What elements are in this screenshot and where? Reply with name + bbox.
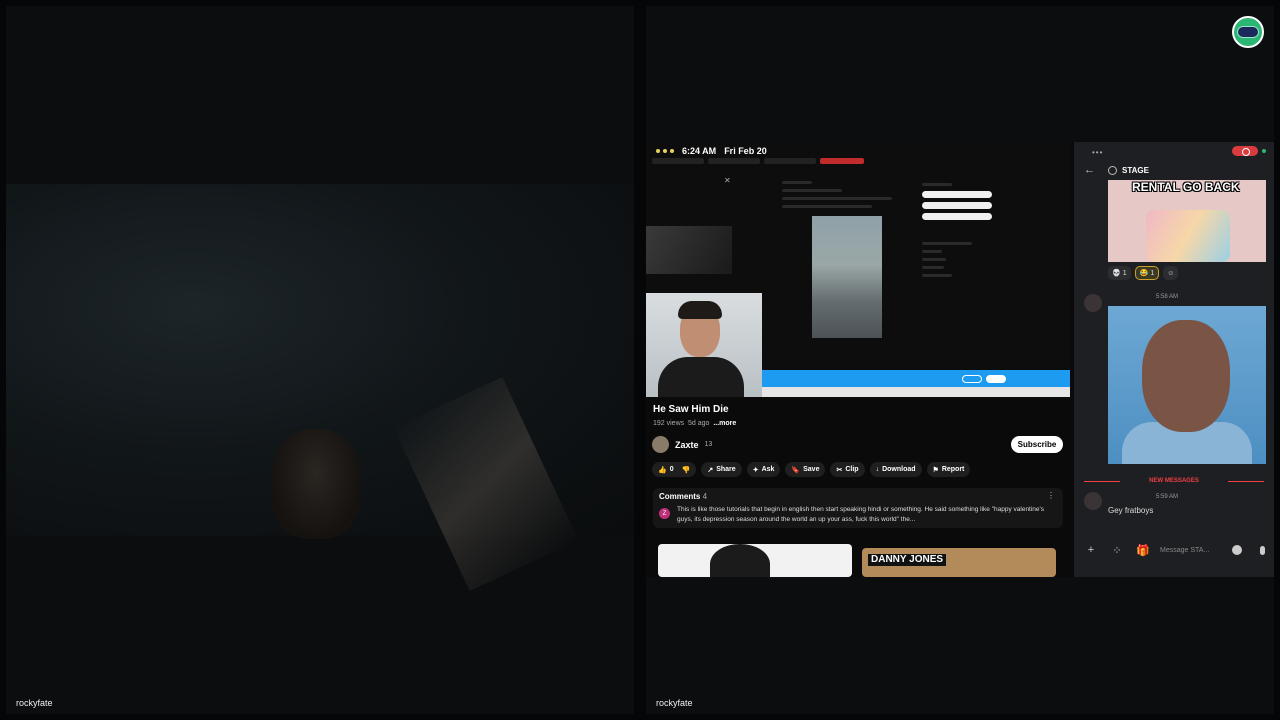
clip-button[interactable]: ✂ Clip xyxy=(830,462,865,477)
bookmark-icon: 🔖 xyxy=(791,466,801,474)
reaction-laugh[interactable]: 😂 1 xyxy=(1134,266,1160,280)
thumbnail-logo: DANNY JONES xyxy=(868,554,947,566)
message-image-2[interactable] xyxy=(1108,306,1266,464)
download-icon: ↓ xyxy=(875,466,880,473)
subscribe-button[interactable]: Subscribe xyxy=(1011,436,1063,453)
subscriber-count: 13 xyxy=(704,441,713,448)
view-count: 192 views xyxy=(653,420,685,427)
browser-tabs xyxy=(652,158,1052,166)
discord-panel: ••• ← STAGE RENTAL GO BACK 💀 1 😂 1 ☺ 5:58 … xyxy=(1074,142,1274,577)
reactions: 💀 1 😂 1 ☺ xyxy=(1108,266,1179,280)
ask-button[interactable]: ✦ Ask xyxy=(746,462,781,477)
streamer-webcam xyxy=(646,293,762,397)
image-caption: RENTAL GO BACK xyxy=(1132,180,1240,194)
video-title: He Saw Him Die xyxy=(653,404,729,415)
recommended-video-2[interactable]: DANNY JONES xyxy=(862,548,1056,577)
commenter-avatar: Z xyxy=(659,508,670,519)
status-date: Fri Feb 20 xyxy=(724,146,767,156)
channel-name[interactable]: Zaxte xyxy=(675,440,699,450)
taskbar xyxy=(762,387,1070,397)
message-input[interactable]: Message STA... xyxy=(1160,542,1232,558)
report-button[interactable]: ⚑ Report xyxy=(926,462,971,477)
participant-name: rockyfate xyxy=(16,698,53,708)
post-image xyxy=(812,216,882,338)
add-reaction-button[interactable]: ☺ xyxy=(1163,266,1179,280)
screen-share-icon[interactable] xyxy=(1232,16,1264,48)
share-button[interactable]: ↗ Share xyxy=(701,462,742,477)
flag-icon: ⚑ xyxy=(932,466,939,474)
close-icon[interactable]: ✕ xyxy=(724,176,731,185)
avatar[interactable] xyxy=(1084,492,1102,510)
reaction-skull[interactable]: 💀 1 xyxy=(1108,266,1131,280)
download-button[interactable]: ↓ Download xyxy=(869,462,922,477)
comment-text: This is like those tutorials that begin … xyxy=(677,506,1045,523)
window-menu[interactable]: ••• xyxy=(1092,148,1103,157)
message-image-1[interactable]: RENTAL GO BACK xyxy=(1108,180,1266,262)
channel-name: STAGE xyxy=(1122,166,1149,175)
video-player[interactable]: ✕ 6:24 AM Fri Feb 20 xyxy=(646,142,1070,397)
channel-row[interactable]: Zaxte 13 xyxy=(652,436,712,453)
new-messages-divider: NEW MESSAGES xyxy=(1084,478,1264,484)
action-bar: 👍 0 👎 ↗ Share ✦ Ask 🔖 Save ✂ Clip ↓ Download ⚑ R… xyxy=(652,462,971,477)
share-icon: ↗ xyxy=(707,466,714,474)
live-indicator-icon xyxy=(1232,146,1258,156)
shared-screen: ✕ 6:24 AM Fri Feb 20 He Saw Him Die 192 … xyxy=(646,142,1086,577)
camera-light xyxy=(393,377,579,591)
stage-icon xyxy=(1108,166,1117,175)
comments-header: Comments 4 xyxy=(659,492,708,501)
channel-avatar[interactable] xyxy=(652,436,669,453)
participant-name: rockyfate xyxy=(656,698,693,708)
save-button[interactable]: 🔖 Save xyxy=(785,462,826,477)
gift-icon[interactable]: 🎁 xyxy=(1134,544,1152,557)
camera-feed xyxy=(6,184,634,591)
message-timestamp: 5:59 AM xyxy=(1156,494,1179,500)
more-options-icon[interactable]: ⋮ xyxy=(1047,491,1055,500)
status-time: 6:24 AM xyxy=(682,146,717,156)
plus-icon[interactable]: + xyxy=(1082,544,1100,556)
add-reaction-icon: ☺ xyxy=(1167,269,1175,277)
message-text: Gey fratboys xyxy=(1108,506,1154,515)
comments-section[interactable]: Comments 4 ⋮ Z This is like those tutori… xyxy=(653,488,1063,528)
mic-icon[interactable] xyxy=(1260,545,1265,555)
scissors-icon: ✂ xyxy=(836,466,843,474)
thumbs-down-icon[interactable]: 👎 xyxy=(682,466,691,474)
like-button[interactable]: 👍 0 👎 xyxy=(652,462,697,477)
skull-icon: 💀 xyxy=(1112,270,1121,277)
more-link[interactable]: ...more xyxy=(713,420,736,427)
video-thumbnail xyxy=(646,226,732,274)
participant-tile-left[interactable]: rockyfate xyxy=(6,6,634,714)
laugh-icon: 😂 xyxy=(1139,270,1149,277)
composer-bar: + ⁘ 🎁 Message STA... xyxy=(1074,539,1274,561)
emoji-icon[interactable] xyxy=(1232,545,1242,555)
camera-person xyxy=(271,429,361,539)
thumbs-up-icon: 👍 xyxy=(658,466,667,474)
back-arrow-icon[interactable]: ← xyxy=(1084,164,1095,176)
online-dot-icon xyxy=(1262,149,1266,153)
apps-icon[interactable]: ⁘ xyxy=(1108,544,1126,557)
comments-count: 4 xyxy=(702,492,708,501)
status-bar: 6:24 AM Fri Feb 20 xyxy=(656,146,767,156)
avatar[interactable] xyxy=(1084,294,1102,312)
sparkle-icon: ✦ xyxy=(752,466,759,474)
recommended-video-1[interactable] xyxy=(658,544,852,577)
message-timestamp: 5:58 AM xyxy=(1156,294,1179,300)
sidebar-column xyxy=(922,178,992,282)
video-meta: 192 views 5d ago ...more xyxy=(653,420,736,427)
upload-age: 5d ago xyxy=(688,420,710,427)
